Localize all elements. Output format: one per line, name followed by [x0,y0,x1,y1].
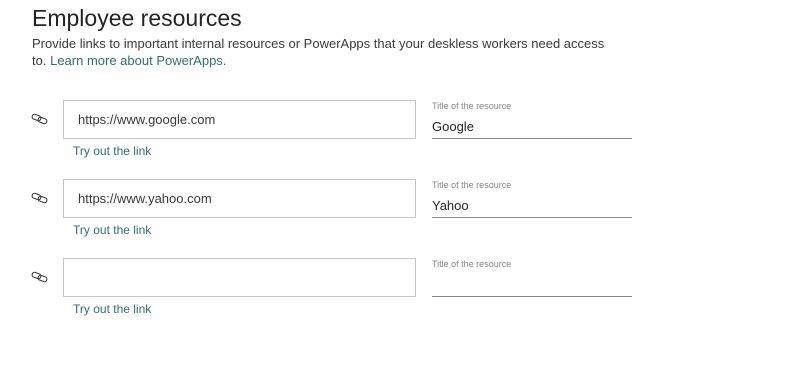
resource-title-input[interactable] [432,275,630,293]
resource-title-input[interactable] [432,196,630,214]
resource-url-field [63,258,416,297]
section-description: Provide links to important internal reso… [32,35,612,69]
resource-row: Try out the link Title of the resource [0,100,786,170]
resource-url-field [63,100,416,139]
resource-url-input[interactable] [78,259,403,296]
try-out-link[interactable]: Try out the link [73,144,151,158]
try-out-link[interactable]: Try out the link [73,302,151,316]
learn-more-link[interactable]: Learn more about PowerApps. [50,53,226,68]
link-icon [31,271,48,283]
link-icon [31,192,48,204]
resource-row: Try out the link Title of the resource [0,258,786,328]
employee-resources-page: Employee resources Provide links to impo… [0,0,786,372]
resource-title-label: Title of the resource [432,259,512,269]
resource-url-input[interactable] [78,101,403,138]
resource-row: Try out the link Title of the resource [0,179,786,249]
section-title: Employee resources [32,5,242,31]
resource-title-input[interactable] [432,117,630,135]
resource-title-label: Title of the resource [432,101,512,111]
link-icon [31,113,48,125]
resource-title-field: Title of the resource [432,258,632,297]
resource-url-input[interactable] [78,180,403,217]
resource-title-field: Title of the resource [432,179,632,218]
resource-url-field [63,179,416,218]
resource-title-field: Title of the resource [432,100,632,139]
try-out-link[interactable]: Try out the link [73,223,151,237]
resource-title-label: Title of the resource [432,180,512,190]
